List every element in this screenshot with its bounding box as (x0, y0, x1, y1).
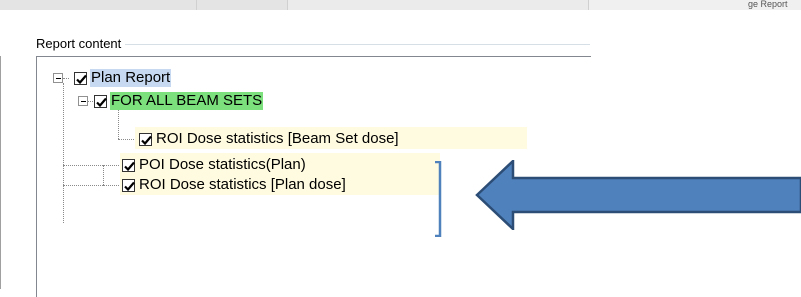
tree-connector (103, 165, 104, 185)
tree-node-plan-report[interactable]: Plan Report (90, 69, 172, 87)
tree-node-beam-sets[interactable]: FOR ALL BEAM SETS (110, 92, 264, 110)
tree-connector (63, 185, 103, 186)
pane-divider (0, 56, 1, 289)
plan-report-checkbox[interactable] (74, 72, 87, 85)
tree-node-roi-beam-set-dose[interactable]: ROI Dose statistics [Beam Set dose] (155, 130, 400, 148)
beam-sets-checkbox[interactable] (94, 95, 107, 108)
tree-node-poi-plan[interactable]: POI Dose statistics(Plan) (138, 156, 307, 174)
tree-connector (63, 78, 69, 79)
group-box-border (125, 44, 590, 45)
tree-node-roi-plan-dose[interactable]: ROI Dose statistics [Plan dose] (138, 176, 347, 194)
tree-connector (63, 165, 103, 166)
roi-plan-checkbox[interactable] (122, 179, 135, 192)
tree-connector (63, 83, 64, 223)
left-arrow-icon (475, 160, 801, 230)
collapse-toggle-icon[interactable] (53, 73, 63, 83)
bracket-annotation (435, 161, 442, 237)
tree-connector (103, 185, 119, 186)
poi-plan-checkbox[interactable] (122, 159, 135, 172)
report-content-group-title: Report content (36, 36, 122, 51)
tree-connector (118, 139, 136, 140)
window-top-strip: ge Report (0, 0, 801, 10)
roi-beam-set-checkbox[interactable] (139, 133, 152, 146)
tab-segment[interactable] (288, 0, 589, 10)
topbar-trailing-text: ge Report (748, 0, 788, 9)
collapse-toggle-icon[interactable] (78, 96, 88, 106)
tree-connector (103, 165, 119, 166)
tree-connector (118, 110, 119, 139)
tab-segment[interactable] (0, 0, 197, 10)
tab-segment[interactable] (197, 0, 288, 10)
